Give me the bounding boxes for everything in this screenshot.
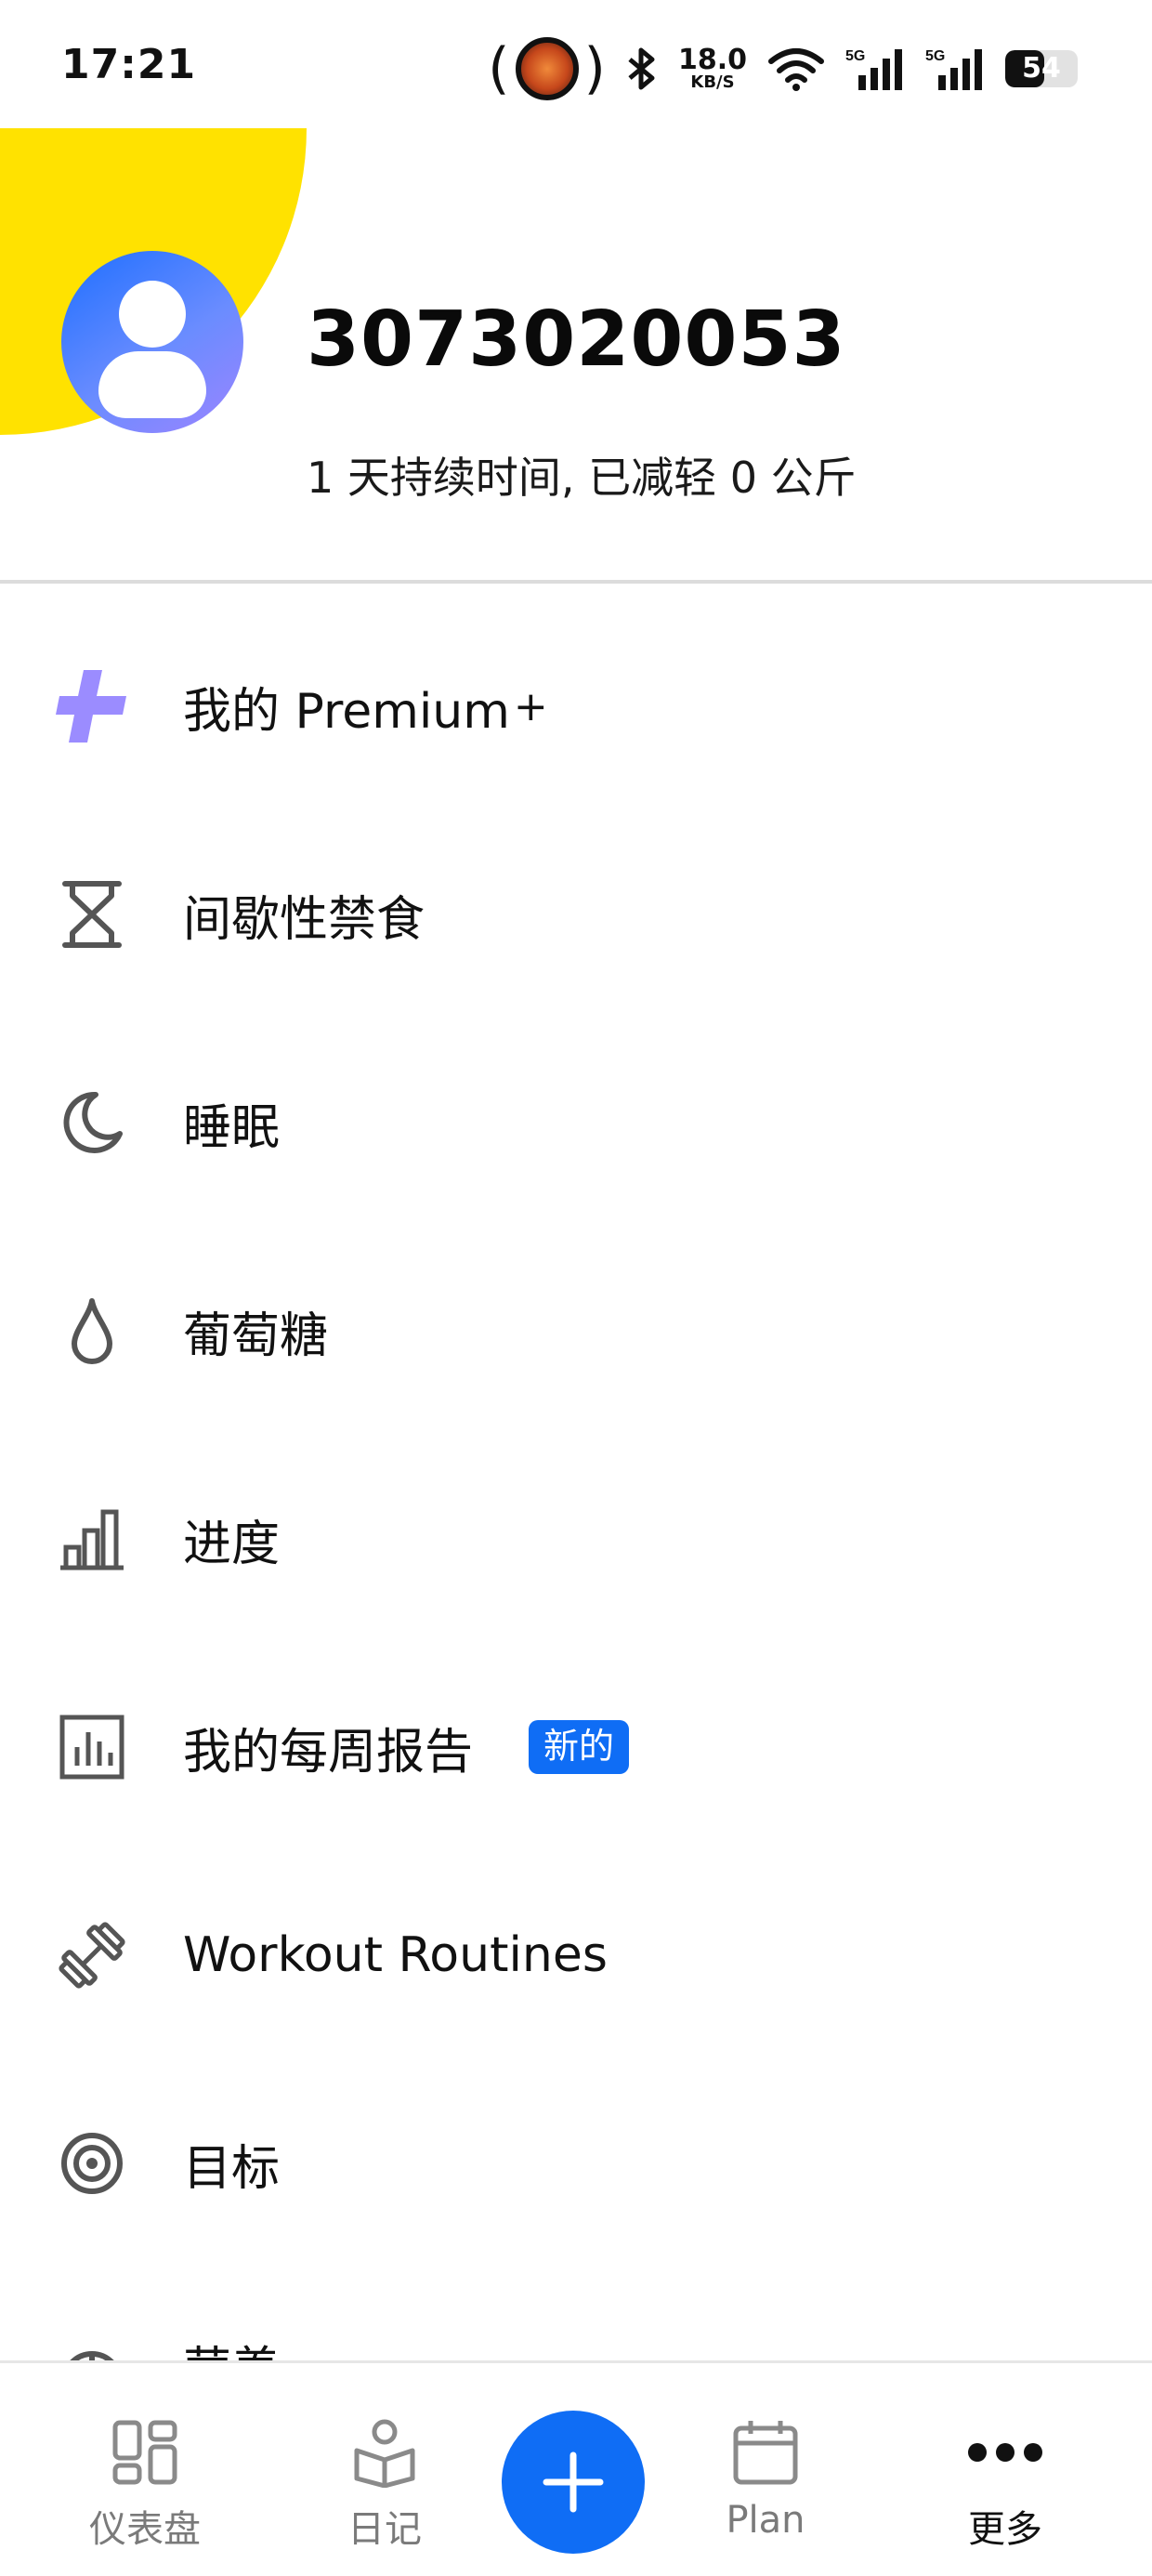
menu-item-fasting[interactable]: 间歇性禁食 [0, 840, 1152, 989]
menu-label-glucose: 葡萄糖 [183, 1308, 329, 1364]
status-bar: 17:21 () 18.0 KB/S 5G 5G 54 [0, 0, 1152, 130]
nav-label-dashboard: 仪表盘 [89, 2508, 201, 2551]
report-chart-icon [50, 1705, 134, 1789]
diary-icon [347, 2415, 422, 2490]
menu-item-sleep[interactable]: 睡眠 [0, 1048, 1152, 1197]
moon-icon [50, 1081, 134, 1164]
menu-label-fasting: 间歇性禁食 [183, 891, 425, 948]
nav-label-plan: Plan [726, 2499, 805, 2542]
nav-item-plan[interactable]: Plan [691, 2363, 840, 2576]
add-button[interactable] [502, 2411, 645, 2554]
add-icon [543, 2451, 604, 2513]
svg-text:5G: 5G [845, 48, 865, 64]
nav-label-more: 更多 [968, 2508, 1042, 2551]
menu-label-sleep: 睡眠 [183, 1099, 281, 1156]
nav-item-diary[interactable]: 日记 [310, 2363, 459, 2576]
menu-label-nutrition: 营养 [183, 2331, 280, 2360]
svg-text:5G: 5G [925, 48, 945, 64]
menu-item-workout-routines[interactable]: Workout Routines [0, 1881, 1152, 2030]
nav-label-diary: 日记 [347, 2508, 422, 2551]
hourglass-icon [50, 873, 134, 956]
divider [0, 580, 1152, 584]
nav-item-dashboard[interactable]: 仪表盘 [71, 2363, 219, 2576]
menu-label-weekly-report: 我的每周报告 [183, 1724, 474, 1781]
signal-5g-icon: 5G [845, 48, 902, 90]
bluetooth-icon [628, 47, 655, 90]
battery-level: 54 [1022, 52, 1061, 85]
menu-label-goals: 目标 [183, 2140, 281, 2197]
calendar-icon [728, 2415, 803, 2490]
profile-summary: 1 天持续时间, 已减轻 0 公斤 [307, 453, 857, 503]
menu-item-premium[interactable]: 我的 Premium + [0, 632, 1152, 781]
menu-item-nutrition[interactable]: 营养 [0, 2297, 1152, 2360]
dashboard-icon [108, 2415, 182, 2490]
more-screen: 17:21 () 18.0 KB/S 5G 5G 54 3073020053 1… [0, 0, 1152, 2576]
menu-item-goals[interactable]: 目标 [0, 2089, 1152, 2238]
signal-5g-icon-2: 5G [925, 48, 982, 90]
media-playing-icon: () [488, 36, 606, 101]
premium-plus-suffix: + [513, 682, 548, 730]
menu-item-glucose[interactable]: 葡萄糖 [0, 1256, 1152, 1405]
drop-icon [50, 1289, 134, 1373]
nav-item-more[interactable]: 更多 [931, 2363, 1080, 2576]
menu-item-progress[interactable]: 进度 [0, 1465, 1152, 1613]
more-dots-icon [968, 2415, 1042, 2490]
profile-username: 3073020053 [307, 296, 846, 384]
status-time: 17:21 [61, 41, 197, 88]
avatar[interactable] [61, 251, 243, 433]
menu-item-weekly-report[interactable]: 我的每周报告 新的 [0, 1673, 1152, 1821]
wifi-icon [768, 48, 824, 91]
menu-label-progress: 进度 [183, 1516, 281, 1572]
new-badge: 新的 [529, 1720, 630, 1774]
net-speed: 18.0 KB/S [677, 44, 747, 92]
status-icons: () 18.0 KB/S 5G 5G 54 [488, 32, 1078, 106]
battery-icon: 54 [1005, 50, 1078, 87]
nutrition-icon [50, 2340, 134, 2360]
target-icon [50, 2122, 134, 2205]
dumbbell-icon [50, 1913, 134, 1997]
menu-label-workout-routines: Workout Routines [183, 1927, 608, 1983]
menu-label-premium: 我的 Premium [183, 683, 510, 740]
bar-chart-icon [50, 1497, 134, 1581]
premium-plus-icon [50, 664, 134, 748]
